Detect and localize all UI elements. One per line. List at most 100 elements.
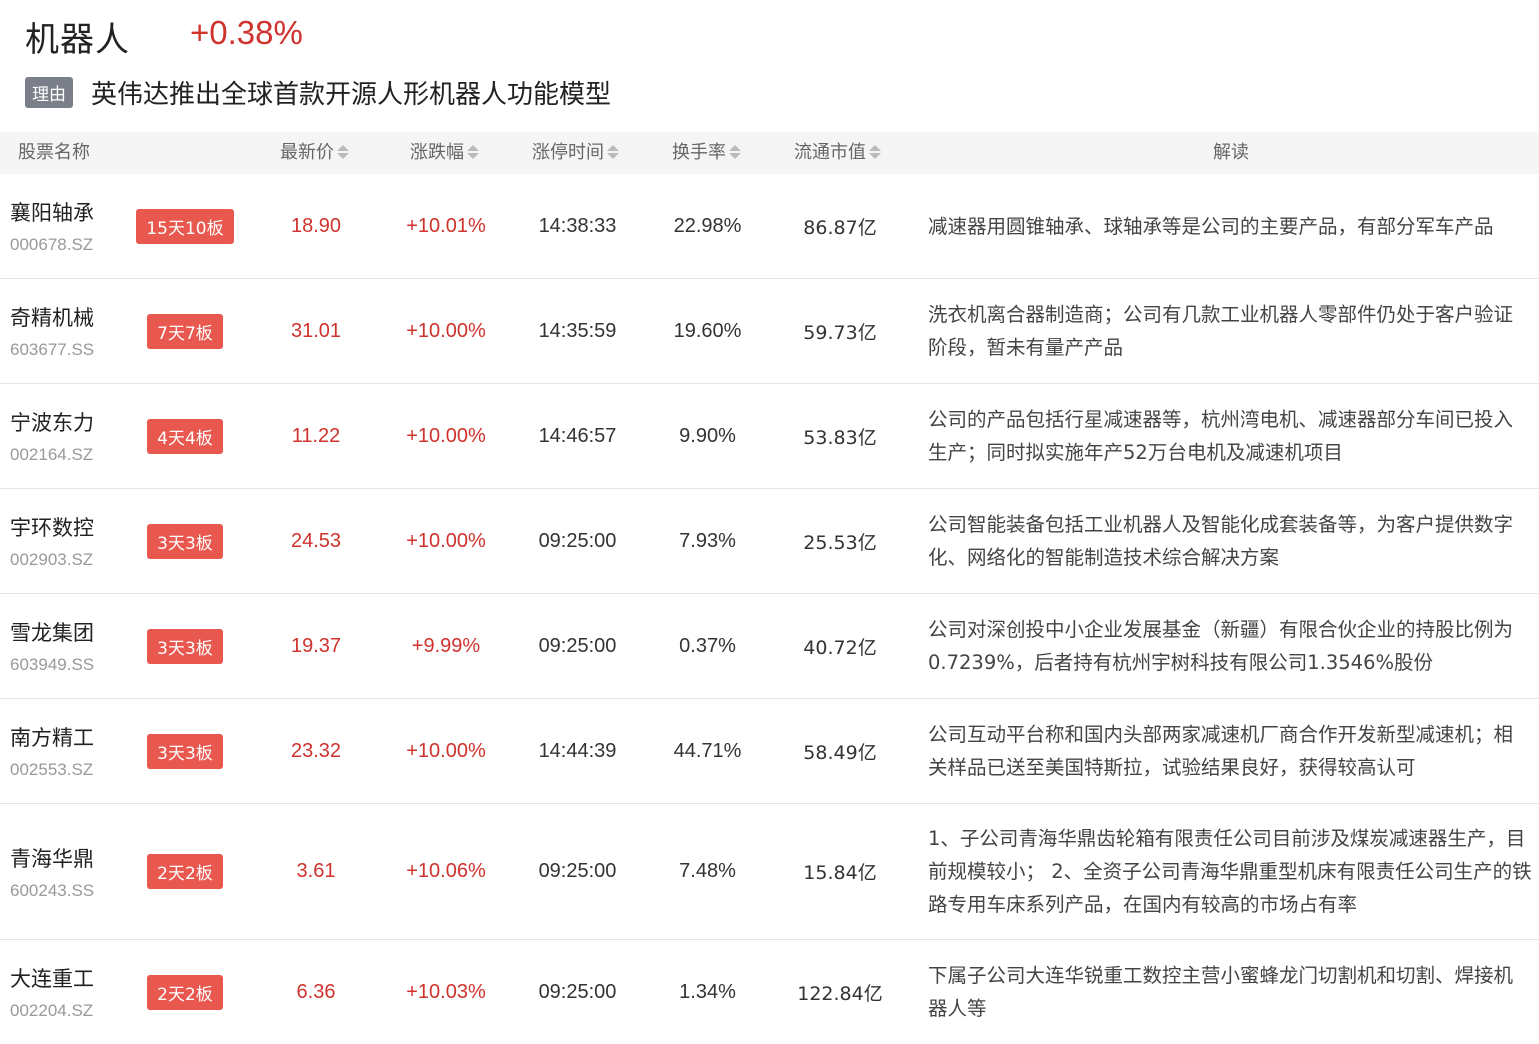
desc-text: 减速器用圆锥轴承、球轴承等是公司的主要产品，有部分军车产品 [928,214,1494,238]
price-cell: 19.37 [290,634,342,657]
sort-icon [607,144,619,160]
stock-name[interactable]: 南方精工 [10,722,94,752]
limit-badge-cell: 3天3板 [130,594,240,698]
desc-text: 洗衣机离合器制造商；公司有几款工业机器人零部件仍处于客户验证阶段，暂未有量产产品 [928,303,1514,359]
column-desc: 解读 [1213,132,1249,174]
change-cell: +10.03% [406,980,486,1003]
float-cap-cell: 53.83亿 [803,426,877,449]
limit-badge-cell: 15天10板 [130,174,240,278]
price-cell: 24.53 [290,529,342,552]
limit-badge: 2天2板 [147,974,223,1010]
stock-code: 002553.SZ [10,760,94,779]
price-cell: 18.90 [290,214,342,237]
stock-name[interactable]: 襄阳轴承 [10,197,94,227]
column-time-sort[interactable]: 涨停时间 [532,132,619,174]
column-cap-label: 流通市值 [794,142,866,163]
limit-time-cell: 14:38:33 [538,214,617,237]
float-cap-cell: 58.49亿 [803,741,877,764]
desc-text: 公司的产品包括行星减速器等，杭州湾电机、减速器部分车间已投入生产；同时拟实施年产… [928,408,1514,464]
reason-text: 英伟达推出全球首款开源人形机器人功能模型 [91,80,612,110]
desc-cell: 公司的产品包括行星减速器等，杭州湾电机、减速器部分车间已投入生产；同时拟实施年产… [928,384,1532,488]
stock-name[interactable]: 雪龙集团 [10,617,94,647]
desc-text: 下属子公司大连华锐重工数控主营小蜜蜂龙门切割机和切割、焊接机器人等 [928,964,1514,1020]
sector-name: 机器人 [25,20,130,60]
table-row[interactable]: 青海华鼎 600243.SS 2天2板 3.61 +10.06% 09:25:00… [0,804,1539,940]
price-cell: 6.36 [296,980,336,1003]
sort-icon [337,144,349,160]
column-turnover-sort[interactable]: 换手率 [672,132,741,174]
table-row[interactable]: 宁波东力 002164.SZ 4天4板 11.22 +10.00% 14:46:5… [0,384,1539,489]
desc-cell: 减速器用圆锥轴承、球轴承等是公司的主要产品，有部分军车产品 [928,174,1532,278]
table-row[interactable]: 雪龙集团 603949.SS 3天3板 19.37 +9.99% 09:25:00… [0,594,1539,699]
table-row[interactable]: 奇精机械 603677.SS 7天7板 31.01 +10.00% 14:35:5… [0,279,1539,384]
limit-time-cell: 14:44:39 [538,739,617,762]
desc-cell: 下属子公司大连华锐重工数控主营小蜜蜂龙门切割机和切割、焊接机器人等 [928,940,1532,1044]
limit-time-cell: 14:46:57 [538,424,617,447]
sort-icon [729,144,741,160]
limit-badge-cell: 4天4板 [130,384,240,488]
stock-cell[interactable]: 青海华鼎 600243.SS [10,804,130,939]
stock-cell[interactable]: 南方精工 002553.SZ [10,699,130,803]
column-desc-label: 解读 [1213,142,1249,163]
stock-name[interactable]: 青海华鼎 [10,843,94,873]
desc-cell: 公司对深创投中小企业发展基金（新疆）有限合伙企业的持股比例为0.7239%，后者… [928,594,1532,698]
limit-time-cell: 09:25:00 [538,860,617,882]
stock-name[interactable]: 宇环数控 [10,512,94,542]
stock-code: 002903.SZ [10,550,94,569]
price-cell: 11.22 [291,424,341,447]
price-cell: 3.61 [296,860,336,882]
table-row[interactable]: 宇环数控 002903.SZ 3天3板 24.53 +10.00% 09:25:0… [0,489,1539,594]
table-header: 股票名称 最新价 涨跌幅 涨停时间 换手率 流通市值 解读 [0,132,1539,174]
limit-badge: 15天10板 [136,208,234,244]
stock-cell[interactable]: 襄阳轴承 000678.SZ [10,174,130,278]
price-cell: 31.01 [290,319,342,342]
reason-row: 理由 英伟达推出全球首款开源人形机器人功能模型 [25,74,611,111]
desc-text: 1、子公司青海华鼎齿轮箱有限责任公司目前涉及煤炭减速器生产，目前规模较小； 2、… [928,827,1532,916]
stock-cell[interactable]: 宇环数控 002903.SZ [10,489,130,593]
column-change-sort[interactable]: 涨跌幅 [410,132,479,174]
stock-cell[interactable]: 大连重工 002204.SZ [10,940,130,1044]
table-row[interactable]: 南方精工 002553.SZ 3天3板 23.32 +10.00% 14:44:3… [0,699,1539,804]
turnover-cell: 1.34% [679,980,736,1003]
price-cell: 23.32 [290,739,342,762]
stock-name[interactable]: 奇精机械 [10,302,94,332]
stock-cell[interactable]: 宁波东力 002164.SZ [10,384,130,488]
change-cell: +10.00% [406,319,486,342]
column-price-sort[interactable]: 最新价 [280,132,349,174]
desc-text: 公司对深创投中小企业发展基金（新疆）有限合伙企业的持股比例为0.7239%，后者… [928,618,1514,674]
sector-header: 机器人 +0.38% 理由 英伟达推出全球首款开源人形机器人功能模型 [0,0,1539,132]
column-change-label: 涨跌幅 [410,142,464,163]
reason-tag: 理由 [25,77,73,108]
change-cell: +10.00% [406,739,486,762]
stock-cell[interactable]: 雪龙集团 603949.SS [10,594,130,698]
change-cell: +10.00% [406,529,486,552]
turnover-cell: 9.90% [679,424,736,447]
stock-table-body: 襄阳轴承 000678.SZ 15天10板 18.90 +10.01% 14:38… [0,174,1539,1044]
stock-name[interactable]: 大连重工 [10,963,94,993]
change-cell: +10.06% [406,860,486,882]
turnover-cell: 19.60% [673,319,742,342]
turnover-cell: 22.98% [673,214,742,237]
desc-cell: 公司互动平台称和国内头部两家减速机厂商合作开发新型减速机；相关样品已送至美国特斯… [928,699,1532,803]
float-cap-cell: 25.53亿 [803,531,877,554]
stock-code: 600243.SS [10,880,95,900]
float-cap-cell: 40.72亿 [803,636,877,659]
stock-name[interactable]: 宁波东力 [10,407,94,437]
table-row[interactable]: 襄阳轴承 000678.SZ 15天10板 18.90 +10.01% 14:38… [0,174,1539,279]
sector-change: +0.38% [190,14,303,51]
desc-text: 公司互动平台称和国内头部两家减速机厂商合作开发新型减速机；相关样品已送至美国特斯… [928,723,1514,779]
limit-badge: 3天3板 [147,523,223,559]
float-cap-cell: 86.87亿 [803,216,877,239]
stock-code: 603677.SS [10,340,95,359]
limit-badge-cell: 3天3板 [130,489,240,593]
sort-icon [869,144,881,160]
column-cap-sort[interactable]: 流通市值 [794,132,881,174]
column-name: 股票名称 [18,132,90,174]
table-row[interactable]: 大连重工 002204.SZ 2天2板 6.36 +10.03% 09:25:00… [0,940,1539,1044]
limit-badge: 3天3板 [147,628,223,664]
column-turnover-label: 换手率 [672,142,726,163]
change-cell: +10.00% [406,424,486,447]
sort-icon [467,144,479,160]
stock-cell[interactable]: 奇精机械 603677.SS [10,279,130,383]
desc-cell: 1、子公司青海华鼎齿轮箱有限责任公司目前涉及煤炭减速器生产，目前规模较小； 2、… [928,804,1532,939]
